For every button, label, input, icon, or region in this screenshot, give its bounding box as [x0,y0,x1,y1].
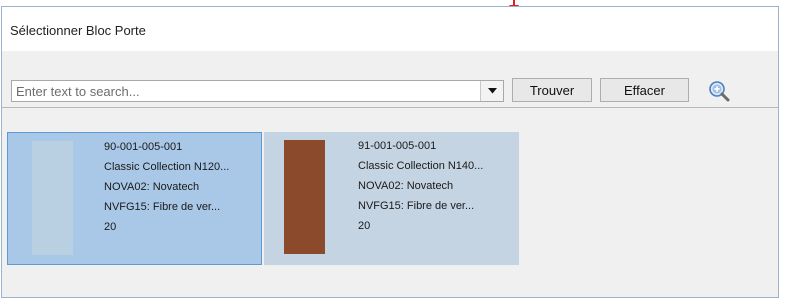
zoom-in-icon[interactable] [708,80,730,102]
item-collection: Classic Collection N140... [358,160,484,172]
color-swatch [32,141,73,255]
select-door-block-dialog: Sélectionner Bloc Porte Trouver Effacer … [1,6,779,298]
find-button[interactable]: Trouver [512,78,592,102]
item-supplier: NOVA02: Novatech [104,181,200,193]
item-quantity: 20 [104,221,117,233]
item-material: NVFG15: Fibre de ver... [104,201,221,213]
search-input[interactable] [12,81,480,101]
door-block-card[interactable]: 91-001-005-001 Classic Collection N140..… [264,132,519,265]
chevron-down-icon [487,88,497,94]
results-panel: 90-001-005-001 Classic Collection N120..… [2,107,778,297]
color-swatch [284,140,325,254]
item-supplier: NOVA02: Novatech [358,180,454,192]
card-info: 91-001-005-001 Classic Collection N140..… [358,136,483,236]
clear-button[interactable]: Effacer [600,78,689,102]
dialog-title: Sélectionner Bloc Porte [10,23,146,38]
item-code: 91-001-005-001 [358,140,437,152]
search-toolbar: Trouver Effacer [2,51,778,107]
dialog-title-bar: Sélectionner Bloc Porte [2,7,778,52]
search-combobox[interactable] [11,80,504,102]
door-block-card[interactable]: 90-001-005-001 Classic Collection N120..… [7,132,262,265]
item-material: NVFG15: Fibre de ver... [358,200,475,212]
card-info: 90-001-005-001 Classic Collection N120..… [104,137,229,237]
item-quantity: 20 [358,220,371,232]
search-dropdown-button[interactable] [480,81,503,101]
item-collection: Classic Collection N120... [104,161,230,173]
item-code: 90-001-005-001 [104,141,183,153]
